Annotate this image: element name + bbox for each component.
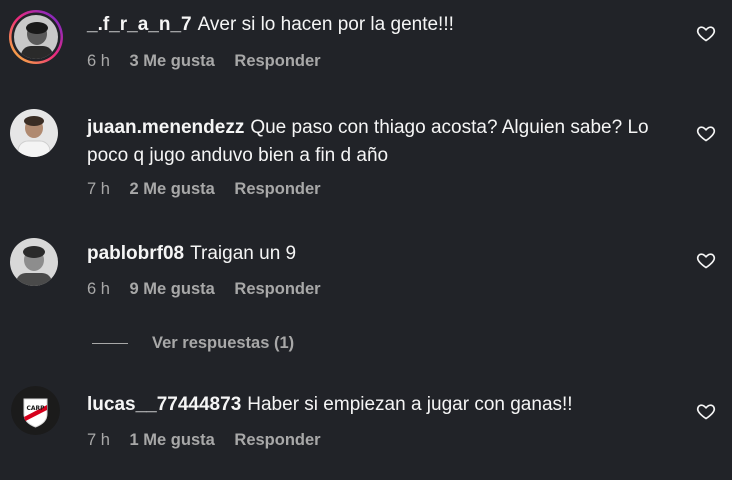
svg-text:CARP: CARP (26, 405, 45, 412)
comment-body: Aver si lo hacen por la gente!!! (197, 14, 454, 35)
comment-text: lucas__77444873 Haber si empiezan a jugar… (87, 391, 687, 419)
heart-outline-icon[interactable] (696, 123, 716, 143)
comment-meta: 7 h 2 Me gusta Responder (87, 180, 336, 199)
reply-button[interactable]: Responder (234, 180, 320, 198)
heart-outline-icon[interactable] (696, 250, 716, 270)
avatar[interactable] (10, 109, 58, 157)
comment-text: juaan.menendezz Que paso con thiago acost… (87, 114, 677, 170)
reply-button[interactable]: Responder (234, 280, 320, 298)
club-crest-icon: CARP (11, 386, 60, 435)
comment-username[interactable]: _.f_r_a_n_7 (87, 14, 192, 35)
comment-time: 6 h (87, 52, 110, 70)
comment-text: _.f_r_a_n_7 Aver si lo hacen por la gente… (87, 11, 687, 39)
comment-time: 6 h (87, 280, 110, 298)
replies-divider (92, 342, 128, 344)
heart-outline-icon[interactable] (696, 23, 716, 43)
reply-button[interactable]: Responder (234, 431, 320, 449)
view-replies-label: Ver respuestas (1) (152, 333, 295, 352)
comment-username[interactable]: juaan.menendezz (87, 117, 244, 138)
likes-count[interactable]: 1 Me gusta (130, 431, 215, 449)
comment-body: Traigan un 9 (190, 243, 297, 264)
view-replies-button[interactable]: Ver respuestas (1) (92, 329, 294, 357)
likes-count[interactable]: 2 Me gusta (130, 180, 215, 198)
likes-count[interactable]: 9 Me gusta (130, 280, 215, 298)
avatar[interactable] (8, 9, 64, 65)
likes-count[interactable]: 3 Me gusta (130, 52, 215, 70)
comment-body: Haber si empiezan a jugar con ganas!! (247, 394, 573, 415)
comment-text: pablobrf08 Traigan un 9 (87, 240, 687, 268)
reply-button[interactable]: Responder (234, 52, 320, 70)
heart-outline-icon[interactable] (696, 401, 716, 421)
comment-time: 7 h (87, 431, 110, 449)
comment-username[interactable]: pablobrf08 (87, 243, 184, 264)
comment-time: 7 h (87, 180, 110, 198)
comment-meta: 7 h 1 Me gusta Responder (87, 431, 336, 450)
comment-username[interactable]: lucas__77444873 (87, 394, 241, 415)
avatar[interactable]: CARP (11, 386, 60, 435)
comment-meta: 6 h 3 Me gusta Responder (87, 52, 336, 71)
avatar[interactable] (10, 238, 58, 286)
comment-meta: 6 h 9 Me gusta Responder (87, 280, 336, 299)
